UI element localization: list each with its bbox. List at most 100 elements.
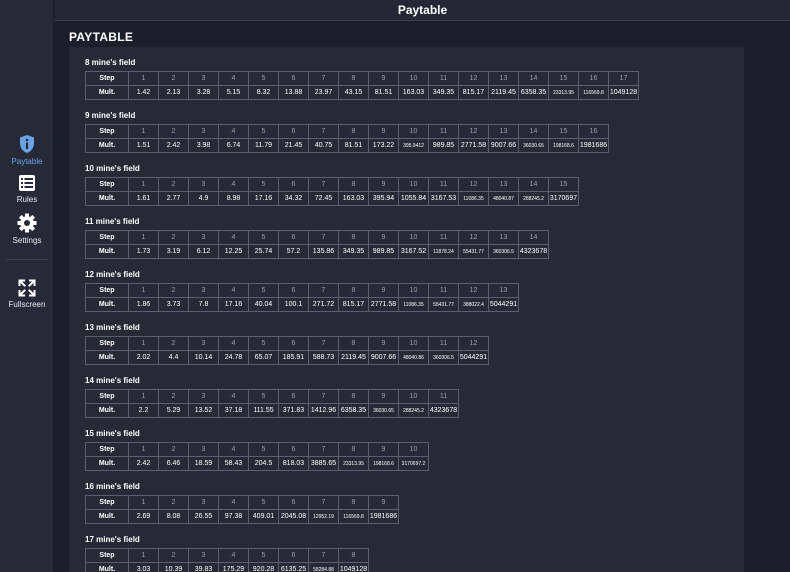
step-number: 5 [248,177,279,192]
sidebar-item-rules[interactable]: Rules [0,174,54,204]
step-number: 10 [398,124,429,139]
step-number: 10 [398,283,429,298]
step-label: Step [85,283,129,298]
mult-value: 3170697 [548,191,579,206]
paytable-table: Step 1 2 3 4 5 6 7 8 9 10 11 12 13 14 15 16 Mult. 1.51 2.42… [85,124,609,153]
mult-value: 65.07 [248,350,279,365]
step-number: 8 [338,71,369,86]
mult-value: 48040.87 [488,191,519,206]
mult-value: 1412.96 [308,403,339,418]
mult-value: 5.15 [218,85,249,100]
mult-value: 81.51 [338,138,369,153]
step-number: 4 [218,124,249,139]
mult-value: 3.98 [188,138,219,153]
sidebar-item-settings[interactable]: Settings [0,213,54,245]
mult-value: 6358.35 [518,85,549,100]
step-number: 7 [308,336,339,351]
step-number: 16 [578,71,609,86]
mult-value: 37.18 [218,403,249,418]
step-number: 3 [188,495,219,510]
mult-value: 97.38 [218,509,249,524]
mult-value: 13.52 [188,403,219,418]
step-number: 10 [398,442,429,457]
step-number: 8 [338,336,369,351]
field-title: 12 mine's field [85,270,140,279]
sidebar-item-fullscreen[interactable]: Fullscreen [0,279,54,309]
field-title: 16 mine's field [85,482,140,491]
mult-label: Mult. [85,191,129,206]
mult-row: Mult. 1.51 2.42 3.98 6.74 11.79 21.45 40.75 81.5… [85,138,609,153]
mult-value: 163.03 [338,191,369,206]
step-number: 1 [128,495,159,510]
mult-value: 3.73 [158,297,189,312]
step-number: 2 [158,177,189,192]
step-number: 11 [428,124,459,139]
step-number: 2 [158,336,189,351]
step-number: 3 [188,389,219,404]
mult-value: 10.39 [158,562,189,572]
step-number: 5 [248,283,279,298]
mult-value: 18.59 [188,456,219,471]
mult-value: 34.32 [278,191,309,206]
mult-value: 39.83 [188,562,219,572]
mult-value: 12.25 [218,244,249,259]
step-label: Step [85,495,129,510]
step-number: 8 [338,442,369,457]
step-number: 4 [218,71,249,86]
mult-value: 288245.2 [518,191,549,206]
paytable-block: 16 mine's field Step 1 2 3 4 5 6 7 8 9 Mult. 2.69 8.0… [85,481,399,524]
mult-value: 4.4 [158,350,189,365]
mult-label: Mult. [85,244,129,259]
step-label: Step [85,230,129,245]
step-number: 1 [128,283,159,298]
step-row: Step 1 2 3 4 5 6 7 8 9 10 11 12 13 14 15 16 [85,124,609,139]
step-number: 14 [518,124,549,139]
mult-value: 173.22 [368,138,399,153]
step-row: Step 1 2 3 4 5 6 7 8 9 10 11 12 13 14 [85,230,549,245]
mult-value: 288245.2 [398,403,429,418]
mult-value: 815.17 [338,297,369,312]
mult-value: 58284.88 [308,562,339,572]
step-row: Step 1 2 3 4 5 6 7 8 [85,548,369,563]
sidebar-item-label: Fullscreen [8,300,46,309]
paytable-block: 9 mine's field Step 1 2 3 4 5 6 7 8 9 10 11 12 13 14 15 1… [85,110,609,153]
step-number: 3 [188,124,219,139]
step-label: Step [85,548,129,563]
mult-value: 24.78 [218,350,249,365]
step-number: 6 [278,71,309,86]
main-content[interactable]: PAYTABLE 8 mine's field Step 1 2 3 4 5 6 7 8 9 10 11… [55,22,790,572]
mult-value: 55431.77 [428,297,459,312]
paytable-table: Step 1 2 3 4 5 6 7 8 9 10 11 Mult. 2.2 5.29 13.52 37.18 1… [85,389,459,418]
step-number: 3 [188,336,219,351]
mult-row: Mult. 3.03 10.39 39.83 175.29 920.28 6135.25 58… [85,562,369,572]
step-number: 5 [248,230,279,245]
step-label: Step [85,177,129,192]
paytable-table: Step 1 2 3 4 5 6 7 8 9 10 Mult. 2.42 6.46 18.59 58.43 20… [85,442,429,471]
header-title: Paytable [397,3,448,17]
step-number: 5 [248,71,279,86]
mult-value: 8.32 [248,85,279,100]
step-number: 7 [308,389,339,404]
paytable-block: 8 mine's field Step 1 2 3 4 5 6 7 8 9 10 11 12 13 14 15 1… [85,57,639,100]
step-number: 6 [278,495,309,510]
mult-row: Mult. 1.42 2.13 3.28 5.15 8.32 13.88 23.97 43.15… [85,85,639,100]
step-number: 5 [248,124,279,139]
sidebar-item-paytable[interactable]: Paytable [0,134,54,166]
mult-value: 55431.77 [458,244,489,259]
step-number: 2 [158,442,189,457]
mult-value: 2771.58 [368,297,399,312]
mult-value: 26.55 [188,509,219,524]
step-number: 2 [158,230,189,245]
mult-value: 2.77 [158,191,189,206]
mult-value: 920.28 [248,562,279,572]
mult-label: Mult. [85,297,129,312]
step-number: 12 [458,177,489,192]
step-number: 5 [248,495,279,510]
mult-label: Mult. [85,350,129,365]
mult-value: 2.42 [128,456,159,471]
mult-value: 204.5 [248,456,279,471]
step-number: 7 [308,230,339,245]
mult-value: 2.13 [158,85,189,100]
mult-value: 81.51 [368,85,399,100]
step-number: 1 [128,336,159,351]
